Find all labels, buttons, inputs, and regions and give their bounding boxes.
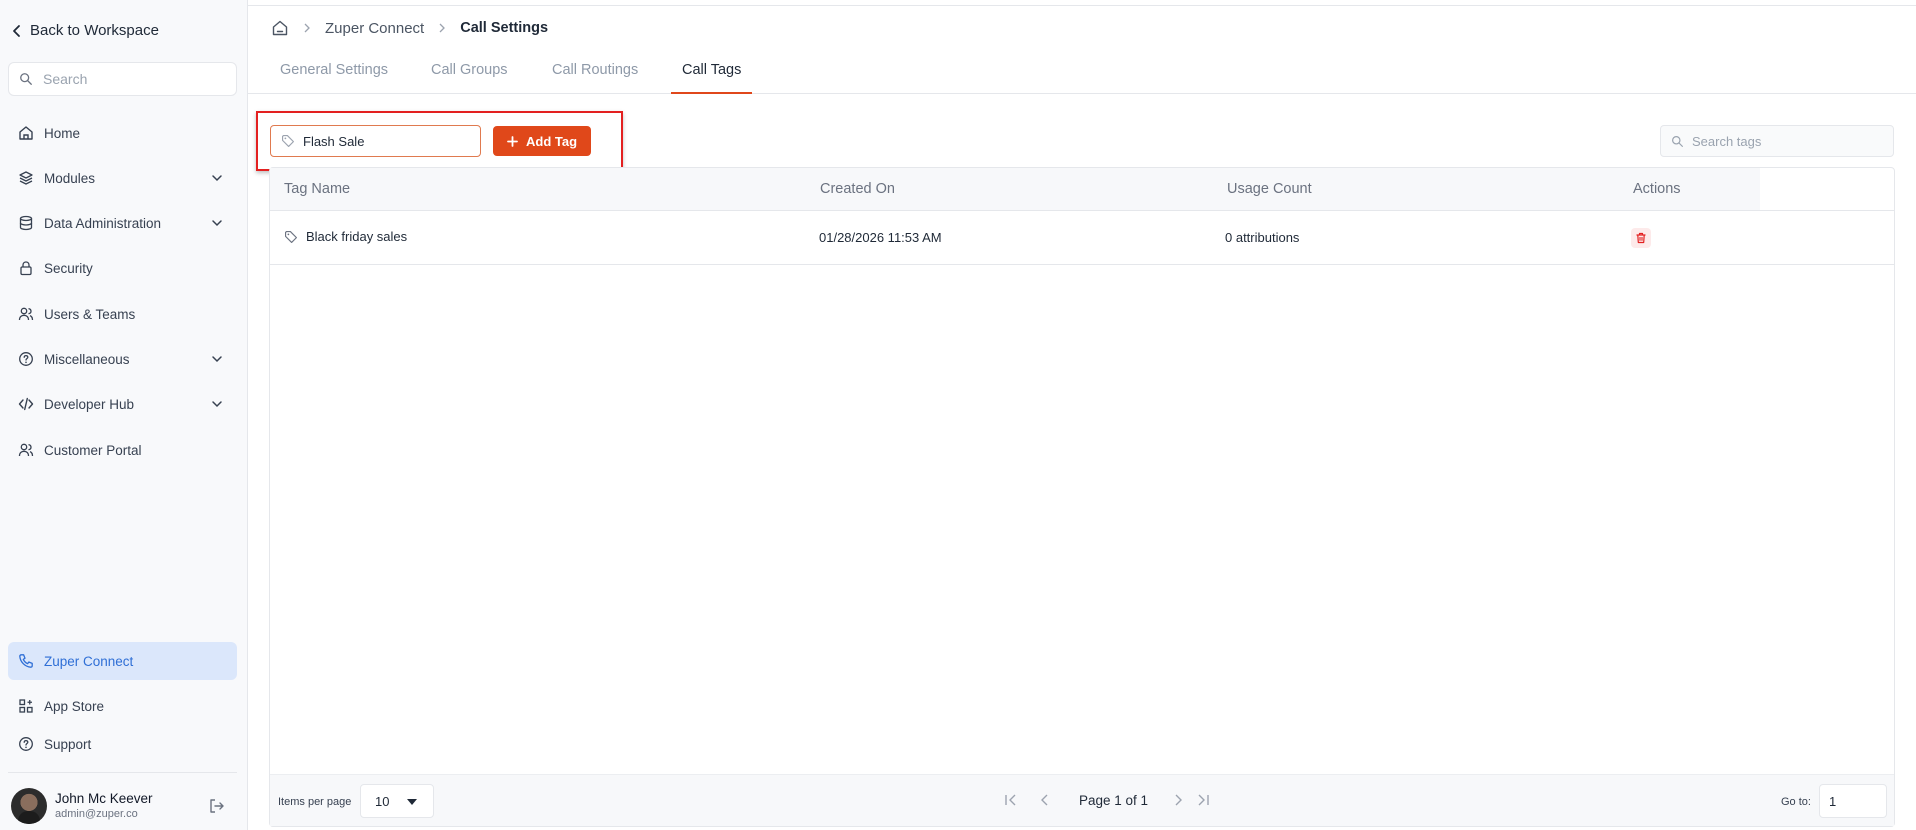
lock-icon [20,261,32,276]
help-circle-icon [19,737,33,751]
created-on-cell: 01/28/2026 11:53 AM [819,230,942,245]
phone-icon [19,654,33,668]
previous-page-icon[interactable] [1038,792,1052,808]
caret-down-icon [407,799,417,805]
help-circle-icon [19,352,33,366]
breadcrumb: Zuper Connect Call Settings [271,19,548,37]
items-per-page-value: 10 [375,793,390,809]
table-header: Tag Name Created On Usage Count Actions [270,168,1760,211]
code-icon [18,397,34,411]
user-name: John Mc Keever [55,791,153,806]
goto-label: Go to: [1781,796,1811,808]
sidebar-item-label: Data Administration [44,215,162,231]
sidebar-item-support[interactable]: Support [8,726,237,762]
items-per-page-label: Items per page [278,796,352,808]
tag-name-input[interactable] [303,133,473,149]
chevron-right-icon [304,23,310,33]
usage-count-cell: 0 attributions [1225,230,1300,245]
sidebar-item-label: Modules [44,170,96,186]
goto-page-input[interactable] [1819,784,1887,818]
sidebar-item-label: Zuper Connect [44,653,134,669]
sidebar-item-label: Support [44,736,92,752]
add-tag-label: Add Tag [525,133,578,149]
sidebar-item-app-store[interactable]: App Store [8,688,237,724]
tab-call-routings[interactable]: Call Routings [541,62,649,94]
page-indicator: Page 1 of 1 [1079,793,1149,808]
tags-table: Tag Name Created On Usage Count Actions … [269,167,1895,827]
tab-general-settings[interactable]: General Settings [269,62,399,94]
sidebar-search [8,62,237,96]
tab-bar: General Settings Call Groups Call Routin… [248,62,1916,94]
breadcrumb-item[interactable]: Zuper Connect [325,20,424,37]
table-row: Black friday sales 01/28/2026 11:53 AM 0… [270,211,1894,265]
chevron-left-icon [13,24,20,37]
sidebar: Back to Workspace Home Modules Data Admi… [0,0,248,830]
back-label: Back to Workspace [30,22,159,39]
pagination-bar: Items per page 10 Page 1 of 1 Go to: [270,774,1894,826]
column-header-usage-count[interactable]: Usage Count [1227,181,1312,197]
chevron-down-icon [212,175,222,182]
search-icon [20,73,32,85]
tag-icon [282,135,294,147]
back-to-workspace-link[interactable]: Back to Workspace [12,22,159,39]
sidebar-item-label: App Store [44,698,105,714]
tag-name-text: Black friday sales [306,229,408,244]
tag-name-cell: Black friday sales [284,229,407,244]
tag-name-field [270,125,481,157]
users-icon [18,443,34,457]
search-icon [1672,135,1683,147]
breadcrumb-current: Call Settings [460,20,549,36]
sidebar-item-label: Home [44,125,81,141]
sidebar-item-developer-hub[interactable]: Developer Hub [8,386,237,422]
first-page-icon[interactable] [1003,792,1019,808]
search-tags-field [1660,125,1894,157]
user-profile: John Mc Keever admin@zuper.co [8,772,237,824]
chevron-right-icon [439,23,446,33]
sidebar-item-customer-portal[interactable]: Customer Portal [8,432,237,468]
apps-icon [19,699,33,713]
user-email: admin@zuper.co [55,808,138,820]
tab-call-groups[interactable]: Call Groups [420,62,519,94]
column-header-tag-name[interactable]: Tag Name [284,181,350,197]
users-icon [18,307,34,321]
chevron-down-icon [212,356,222,363]
tab-call-tags[interactable]: Call Tags [671,62,753,94]
sidebar-search-input[interactable] [43,71,233,87]
chevron-down-icon [212,220,222,227]
sidebar-item-data-administration[interactable]: Data Administration [8,205,237,241]
plus-icon [507,135,518,147]
sidebar-item-label: Developer Hub [44,396,135,412]
logout-icon[interactable] [208,797,226,815]
next-page-icon[interactable] [1171,792,1185,808]
chevron-down-icon [212,401,222,408]
sidebar-item-label: Customer Portal [44,442,142,458]
database-icon [19,215,33,231]
layers-icon [19,171,33,185]
sidebar-item-label: Security [44,260,93,276]
search-tags-input[interactable] [1692,133,1892,149]
home-icon [19,126,33,140]
sidebar-item-miscellaneous[interactable]: Miscellaneous [8,341,237,377]
avatar[interactable] [11,788,47,824]
sidebar-item-label: Users & Teams [44,306,136,322]
column-header-created-on[interactable]: Created On [820,181,895,197]
add-tag-button[interactable]: Add Tag [493,126,591,156]
home-icon[interactable] [271,19,289,37]
last-page-icon[interactable] [1195,792,1211,808]
tag-icon [285,230,297,243]
top-divider [248,5,1916,6]
delete-tag-button[interactable] [1631,228,1651,248]
trash-icon [1636,232,1646,244]
sidebar-item-users-teams[interactable]: Users & Teams [8,296,237,332]
column-header-actions: Actions [1633,181,1681,197]
sidebar-item-zuper-connect[interactable]: Zuper Connect [8,642,237,680]
sidebar-item-modules[interactable]: Modules [8,160,237,196]
sidebar-item-label: Miscellaneous [44,351,130,367]
items-per-page-select[interactable]: 10 [360,784,434,818]
sidebar-item-security[interactable]: Security [8,250,237,286]
sidebar-item-home[interactable]: Home [8,115,237,151]
